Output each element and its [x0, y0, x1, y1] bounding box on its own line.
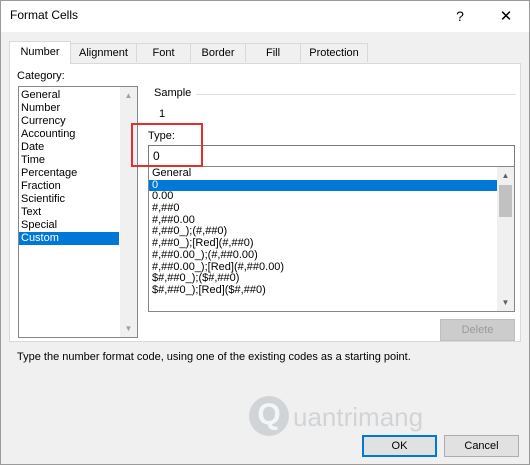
- watermark-logo: Q uantrimang: [249, 396, 424, 436]
- format-item[interactable]: General: [149, 167, 514, 180]
- scroll-thumb[interactable]: [499, 185, 512, 217]
- type-highlight-box: [131, 123, 203, 167]
- help-icon[interactable]: ?: [437, 1, 483, 32]
- tab-number[interactable]: Number: [9, 41, 71, 64]
- format-list-scrollbar[interactable]: ▲ ▼: [497, 167, 514, 311]
- format-cells-dialog: Format Cells ? ✕ Number Alignment Font B…: [0, 0, 530, 465]
- tab-border[interactable]: Border: [190, 43, 246, 62]
- format-code-list[interactable]: General 0 0.00 #,##0 #,##0.00 #,##0_);(#…: [148, 166, 515, 312]
- scroll-up-icon[interactable]: ▲: [120, 87, 137, 104]
- close-icon[interactable]: ✕: [483, 1, 529, 32]
- delete-button[interactable]: Delete: [440, 319, 515, 341]
- number-tab-panel: Category: General Number Currency Accoun…: [9, 63, 521, 342]
- tab-alignment[interactable]: Alignment: [70, 43, 137, 62]
- format-item[interactable]: #,##0: [149, 202, 514, 215]
- tab-protection[interactable]: Protection: [300, 43, 368, 62]
- tab-fill[interactable]: Fill: [245, 43, 301, 62]
- category-label: Category:: [17, 70, 65, 82]
- format-items: General 0 0.00 #,##0 #,##0.00 #,##0_);(#…: [149, 167, 514, 297]
- watermark-text: uantrimang: [293, 402, 424, 432]
- watermark-q-icon: Q: [249, 396, 289, 436]
- cancel-button[interactable]: Cancel: [444, 435, 519, 457]
- ok-button[interactable]: OK: [362, 435, 437, 457]
- sample-group-line: [196, 94, 516, 95]
- title-bar: Format Cells ? ✕: [1, 1, 529, 32]
- format-item[interactable]: $#,##0_);[Red]($#,##0): [149, 284, 514, 297]
- type-input[interactable]: 0: [148, 145, 515, 167]
- format-item[interactable]: 0.00: [149, 191, 514, 203]
- format-item-selected[interactable]: 0: [149, 179, 497, 192]
- dialog-title: Format Cells: [10, 8, 79, 22]
- tab-font[interactable]: Font: [136, 43, 191, 62]
- category-item-custom[interactable]: Custom: [19, 232, 119, 245]
- scroll-down-icon[interactable]: ▼: [497, 294, 514, 311]
- scroll-up-icon[interactable]: ▲: [497, 167, 514, 184]
- format-item[interactable]: #,##0.00_);(#,##0.00): [149, 249, 514, 262]
- category-list[interactable]: General Number Currency Accounting Date …: [18, 86, 138, 338]
- hint-text: Type the number format code, using one o…: [17, 351, 411, 363]
- scroll-down-icon[interactable]: ▼: [120, 320, 137, 337]
- sample-value: 1: [159, 108, 166, 120]
- sample-label: Sample: [154, 87, 192, 99]
